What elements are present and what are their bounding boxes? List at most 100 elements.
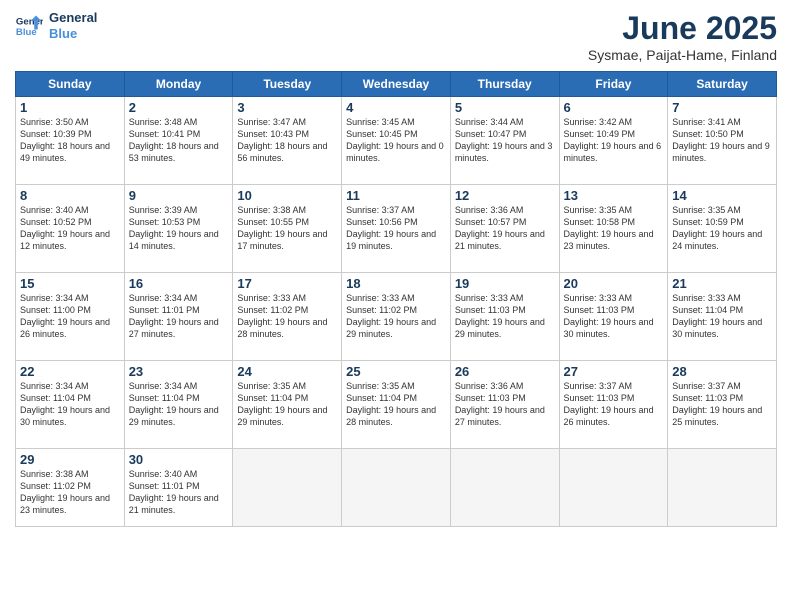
day-cell: 23Sunrise: 3:34 AM Sunset: 11:04 PM Dayl… — [124, 361, 233, 449]
day-cell: 14Sunrise: 3:35 AM Sunset: 10:59 PM Dayl… — [668, 185, 777, 273]
day-number: 27 — [564, 364, 664, 379]
header: General Blue General Blue June 2025 Sysm… — [15, 10, 777, 63]
day-number: 8 — [20, 188, 120, 203]
col-header-friday: Friday — [559, 72, 668, 97]
day-number: 11 — [346, 188, 446, 203]
day-info: Sunrise: 3:38 AM Sunset: 11:02 PM Daylig… — [20, 468, 120, 517]
day-cell: 25Sunrise: 3:35 AM Sunset: 11:04 PM Dayl… — [342, 361, 451, 449]
day-cell: 27Sunrise: 3:37 AM Sunset: 11:03 PM Dayl… — [559, 361, 668, 449]
day-number: 9 — [129, 188, 229, 203]
day-info: Sunrise: 3:35 AM Sunset: 11:04 PM Daylig… — [346, 380, 446, 429]
day-cell: 22Sunrise: 3:34 AM Sunset: 11:04 PM Dayl… — [16, 361, 125, 449]
day-number: 12 — [455, 188, 555, 203]
week-row-4: 22Sunrise: 3:34 AM Sunset: 11:04 PM Dayl… — [16, 361, 777, 449]
day-cell — [342, 449, 451, 527]
svg-text:General: General — [16, 16, 43, 27]
day-info: Sunrise: 3:35 AM Sunset: 10:59 PM Daylig… — [672, 204, 772, 253]
day-number: 21 — [672, 276, 772, 291]
day-cell: 12Sunrise: 3:36 AM Sunset: 10:57 PM Dayl… — [450, 185, 559, 273]
day-number: 2 — [129, 100, 229, 115]
day-info: Sunrise: 3:45 AM Sunset: 10:45 PM Daylig… — [346, 116, 446, 165]
day-cell: 26Sunrise: 3:36 AM Sunset: 11:03 PM Dayl… — [450, 361, 559, 449]
col-header-wednesday: Wednesday — [342, 72, 451, 97]
day-cell: 5Sunrise: 3:44 AM Sunset: 10:47 PM Dayli… — [450, 97, 559, 185]
col-header-tuesday: Tuesday — [233, 72, 342, 97]
page: General Blue General Blue June 2025 Sysm… — [0, 0, 792, 612]
day-cell: 17Sunrise: 3:33 AM Sunset: 11:02 PM Dayl… — [233, 273, 342, 361]
day-number: 30 — [129, 452, 229, 467]
day-info: Sunrise: 3:34 AM Sunset: 11:01 PM Daylig… — [129, 292, 229, 341]
col-header-thursday: Thursday — [450, 72, 559, 97]
day-number: 19 — [455, 276, 555, 291]
day-number: 24 — [237, 364, 337, 379]
logo: General Blue General Blue — [15, 10, 97, 41]
day-cell: 10Sunrise: 3:38 AM Sunset: 10:55 PM Dayl… — [233, 185, 342, 273]
day-cell: 7Sunrise: 3:41 AM Sunset: 10:50 PM Dayli… — [668, 97, 777, 185]
title-block: June 2025 Sysmae, Paijat-Hame, Finland — [588, 10, 777, 63]
day-cell: 30Sunrise: 3:40 AM Sunset: 11:01 PM Dayl… — [124, 449, 233, 527]
day-cell: 19Sunrise: 3:33 AM Sunset: 11:03 PM Dayl… — [450, 273, 559, 361]
day-number: 5 — [455, 100, 555, 115]
day-info: Sunrise: 3:33 AM Sunset: 11:03 PM Daylig… — [564, 292, 664, 341]
day-cell — [559, 449, 668, 527]
day-number: 29 — [20, 452, 120, 467]
day-cell: 18Sunrise: 3:33 AM Sunset: 11:02 PM Dayl… — [342, 273, 451, 361]
day-info: Sunrise: 3:40 AM Sunset: 11:01 PM Daylig… — [129, 468, 229, 517]
day-number: 14 — [672, 188, 772, 203]
day-info: Sunrise: 3:35 AM Sunset: 11:04 PM Daylig… — [237, 380, 337, 429]
day-info: Sunrise: 3:34 AM Sunset: 11:04 PM Daylig… — [20, 380, 120, 429]
day-cell: 21Sunrise: 3:33 AM Sunset: 11:04 PM Dayl… — [668, 273, 777, 361]
day-cell: 28Sunrise: 3:37 AM Sunset: 11:03 PM Dayl… — [668, 361, 777, 449]
day-cell: 24Sunrise: 3:35 AM Sunset: 11:04 PM Dayl… — [233, 361, 342, 449]
day-cell: 8Sunrise: 3:40 AM Sunset: 10:52 PM Dayli… — [16, 185, 125, 273]
day-number: 18 — [346, 276, 446, 291]
day-cell: 4Sunrise: 3:45 AM Sunset: 10:45 PM Dayli… — [342, 97, 451, 185]
day-info: Sunrise: 3:34 AM Sunset: 11:00 PM Daylig… — [20, 292, 120, 341]
week-row-5: 29Sunrise: 3:38 AM Sunset: 11:02 PM Dayl… — [16, 449, 777, 527]
main-title: June 2025 — [588, 10, 777, 47]
day-info: Sunrise: 3:47 AM Sunset: 10:43 PM Daylig… — [237, 116, 337, 165]
day-number: 20 — [564, 276, 664, 291]
day-number: 6 — [564, 100, 664, 115]
day-cell: 16Sunrise: 3:34 AM Sunset: 11:01 PM Dayl… — [124, 273, 233, 361]
day-cell: 9Sunrise: 3:39 AM Sunset: 10:53 PM Dayli… — [124, 185, 233, 273]
header-row: SundayMondayTuesdayWednesdayThursdayFrid… — [16, 72, 777, 97]
day-info: Sunrise: 3:37 AM Sunset: 11:03 PM Daylig… — [564, 380, 664, 429]
day-cell: 11Sunrise: 3:37 AM Sunset: 10:56 PM Dayl… — [342, 185, 451, 273]
day-cell: 13Sunrise: 3:35 AM Sunset: 10:58 PM Dayl… — [559, 185, 668, 273]
week-row-2: 8Sunrise: 3:40 AM Sunset: 10:52 PM Dayli… — [16, 185, 777, 273]
day-number: 26 — [455, 364, 555, 379]
day-number: 22 — [20, 364, 120, 379]
day-info: Sunrise: 3:33 AM Sunset: 11:02 PM Daylig… — [237, 292, 337, 341]
col-header-monday: Monday — [124, 72, 233, 97]
day-number: 1 — [20, 100, 120, 115]
day-number: 25 — [346, 364, 446, 379]
day-info: Sunrise: 3:37 AM Sunset: 10:56 PM Daylig… — [346, 204, 446, 253]
day-info: Sunrise: 3:36 AM Sunset: 10:57 PM Daylig… — [455, 204, 555, 253]
day-number: 15 — [20, 276, 120, 291]
day-info: Sunrise: 3:35 AM Sunset: 10:58 PM Daylig… — [564, 204, 664, 253]
logo-text-blue: Blue — [49, 26, 97, 42]
day-info: Sunrise: 3:50 AM Sunset: 10:39 PM Daylig… — [20, 116, 120, 165]
day-cell — [450, 449, 559, 527]
col-header-saturday: Saturday — [668, 72, 777, 97]
day-number: 7 — [672, 100, 772, 115]
day-number: 17 — [237, 276, 337, 291]
day-info: Sunrise: 3:36 AM Sunset: 11:03 PM Daylig… — [455, 380, 555, 429]
logo-text-general: General — [49, 10, 97, 26]
day-number: 3 — [237, 100, 337, 115]
day-cell: 6Sunrise: 3:42 AM Sunset: 10:49 PM Dayli… — [559, 97, 668, 185]
day-number: 13 — [564, 188, 664, 203]
day-cell — [668, 449, 777, 527]
day-cell: 1Sunrise: 3:50 AM Sunset: 10:39 PM Dayli… — [16, 97, 125, 185]
week-row-1: 1Sunrise: 3:50 AM Sunset: 10:39 PM Dayli… — [16, 97, 777, 185]
day-cell: 20Sunrise: 3:33 AM Sunset: 11:03 PM Dayl… — [559, 273, 668, 361]
day-number: 23 — [129, 364, 229, 379]
day-cell: 15Sunrise: 3:34 AM Sunset: 11:00 PM Dayl… — [16, 273, 125, 361]
day-info: Sunrise: 3:42 AM Sunset: 10:49 PM Daylig… — [564, 116, 664, 165]
calendar: SundayMondayTuesdayWednesdayThursdayFrid… — [15, 71, 777, 527]
logo-icon: General Blue — [15, 12, 43, 40]
svg-text:Blue: Blue — [16, 26, 37, 37]
day-info: Sunrise: 3:37 AM Sunset: 11:03 PM Daylig… — [672, 380, 772, 429]
day-cell: 2Sunrise: 3:48 AM Sunset: 10:41 PM Dayli… — [124, 97, 233, 185]
